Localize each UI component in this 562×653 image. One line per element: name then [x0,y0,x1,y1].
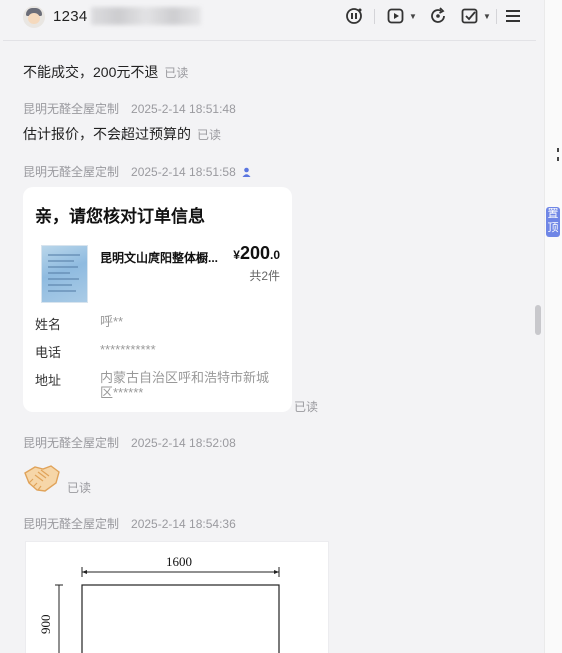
drawing-image[interactable]: 1600 900 [25,541,329,653]
chat-title[interactable]: 1234 [53,8,88,25]
sender-name: 昆明无醛全屋定制 [23,436,120,450]
address-label: 地址 [35,373,62,388]
menu-icon[interactable] [502,6,524,28]
message-meta: 昆明无醛全屋定制 2025-2-14 18:52:08 [23,434,236,451]
message-time: 2025-2-14 18:52:08 [131,436,236,450]
person-icon [242,167,251,177]
chat-panel: 1234 ▼ ▼ 不能成交，200元不退 已读 昆明无醛全屋定制 2025-2-14… [3,0,536,653]
sender-name: 昆明无醛全屋定制 [23,165,120,179]
message-time: 2025-2-14 18:54:36 [131,517,236,531]
name-label: 姓名 [35,317,62,332]
message-text: 不能成交，200元不退 已读 [23,64,189,80]
phone-label: 电话 [35,345,62,360]
address-value: 内蒙古自治区呼和浩特市新城区****** [100,370,270,400]
side-panel-glyph [557,148,560,168]
message-meta: 昆明无醛全屋定制 2025-2-14 18:51:58 [23,163,251,180]
product-name[interactable]: 昆明文山庹阳整体橱... [100,249,220,266]
message-meta: 昆明无醛全屋定制 2025-2-14 18:51:48 [23,100,236,117]
item-count: 共2件 [249,269,280,283]
read-status: 已读 [197,128,222,142]
divider [496,9,497,24]
pin-to-top-button[interactable]: 置顶 [546,207,560,237]
order-title: 亲，请您核对订单信息 [35,207,205,226]
sender-name: 昆明无醛全屋定制 [23,517,120,531]
product-image[interactable] [41,245,88,303]
read-status: 已读 [164,66,189,80]
sender-name: 昆明无醛全屋定制 [23,102,120,116]
ai-assist-icon[interactable] [343,6,365,28]
checklist-icon[interactable] [459,6,481,28]
order-confirmation-card[interactable]: 亲，请您核对订单信息 昆明文山庹阳整体橱... ¥200.0 共2件 姓名 呼*… [23,187,292,412]
refresh-icon[interactable] [427,6,449,28]
chevron-down-icon[interactable]: ▼ [409,12,417,21]
video-play-icon[interactable] [385,6,407,28]
chat-header: 1234 ▼ ▼ [3,0,536,41]
scrollbar-track[interactable] [536,40,544,653]
redacted-name [91,7,201,25]
avatar[interactable] [23,6,45,28]
message-meta: 昆明无醛全屋定制 2025-2-14 18:54:36 [23,515,236,532]
phone-value: *********** [100,342,156,357]
scrollbar-thumb[interactable] [535,305,541,335]
message-text: 估计报价，不会超过预算的 已读 [23,126,222,142]
name-value: 呼** [100,314,124,329]
chevron-down-icon[interactable]: ▼ [483,12,491,21]
read-status: 已读 [294,400,319,414]
height-dimension-label: 900 [38,614,53,635]
side-panel-edge [544,0,562,653]
width-dimension-label: 1600 [166,554,192,569]
read-status: 已读 [67,481,92,495]
message-time: 2025-2-14 18:51:48 [131,102,236,116]
handshake-icon [24,465,60,492]
message-time: 2025-2-14 18:51:58 [131,165,236,179]
divider [374,9,375,24]
product-price: ¥200.0 [233,243,280,263]
